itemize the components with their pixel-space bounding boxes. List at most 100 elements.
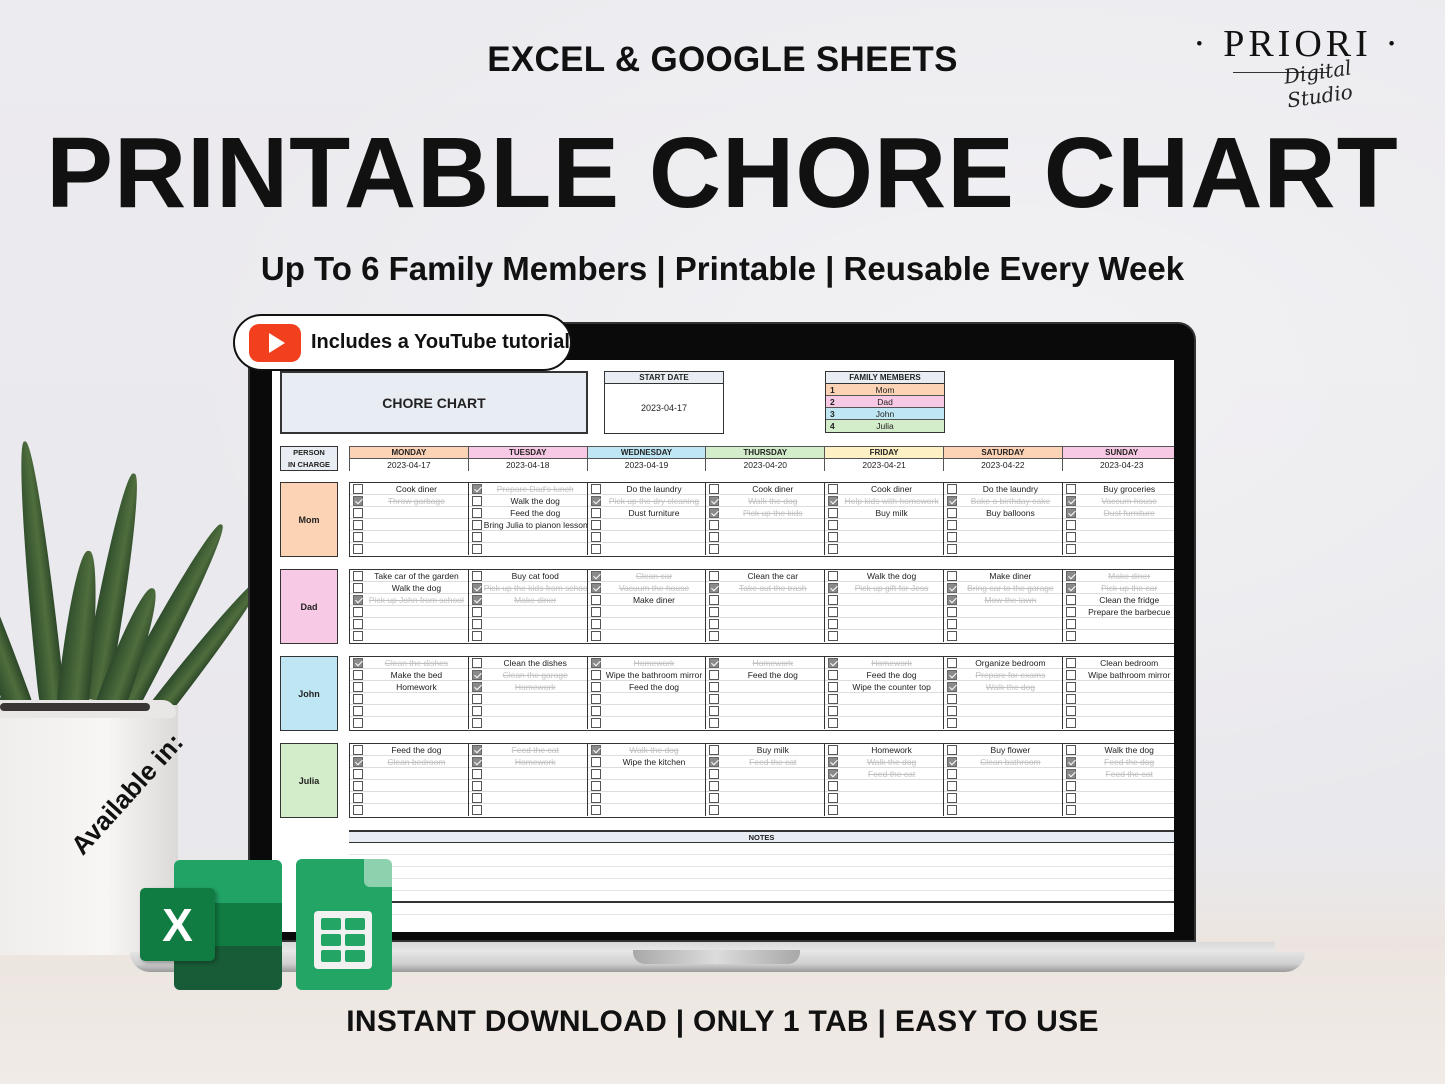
notes-line[interactable] [349, 855, 1174, 867]
chore-text[interactable]: Clean the garage [484, 669, 587, 681]
checkbox[interactable] [828, 619, 839, 629]
chore-text[interactable]: Walk the dog [959, 681, 1062, 693]
checkbox[interactable] [1065, 532, 1076, 542]
chore-text[interactable]: Prepare Dad's lunch [484, 483, 587, 495]
checkbox[interactable] [828, 745, 839, 755]
checkbox[interactable] [590, 619, 601, 629]
checkbox[interactable] [1065, 658, 1076, 668]
checkbox[interactable] [471, 658, 482, 668]
checkbox[interactable] [947, 757, 957, 767]
checkbox[interactable] [947, 571, 957, 581]
checkbox[interactable] [590, 805, 601, 815]
checkbox[interactable] [709, 496, 720, 506]
checkbox[interactable] [353, 520, 363, 530]
chore-text[interactable]: Mow the lawn [959, 594, 1062, 606]
checkbox[interactable] [828, 544, 839, 554]
checkbox[interactable] [1065, 781, 1076, 791]
checkbox[interactable] [1065, 571, 1076, 581]
checkbox[interactable] [1065, 793, 1076, 803]
chore-text[interactable]: Buy milk [721, 744, 824, 756]
checkbox[interactable] [947, 682, 957, 692]
chore-text[interactable]: Walk the dog [603, 744, 706, 756]
chore-text[interactable]: Buy cat food [484, 570, 587, 582]
checkbox[interactable] [353, 544, 363, 554]
checkbox[interactable] [590, 682, 601, 692]
family-member-name[interactable]: John [876, 409, 894, 419]
checkbox[interactable] [828, 757, 839, 767]
checkbox[interactable] [947, 793, 957, 803]
checkbox[interactable] [709, 619, 720, 629]
chore-text[interactable]: Clean bedroom [365, 756, 468, 768]
chore-text[interactable]: Clean the car [721, 570, 824, 582]
checkbox[interactable] [353, 805, 363, 815]
checkbox[interactable] [947, 484, 957, 494]
checkbox[interactable] [471, 496, 482, 506]
checkbox[interactable] [947, 658, 957, 668]
checkbox[interactable] [828, 694, 839, 704]
checkbox[interactable] [828, 658, 839, 668]
checkbox[interactable] [709, 694, 720, 704]
checkbox[interactable] [353, 583, 363, 593]
checkbox[interactable] [353, 670, 363, 680]
checkbox[interactable] [947, 694, 957, 704]
checkbox[interactable] [590, 718, 601, 728]
checkbox[interactable] [471, 793, 482, 803]
checkbox[interactable] [947, 631, 957, 641]
checkbox[interactable] [947, 496, 957, 506]
checkbox[interactable] [353, 595, 363, 605]
chore-text[interactable]: Clean bathroom [959, 756, 1062, 768]
chore-text[interactable]: Bring car to the garage [959, 582, 1062, 594]
notes-line[interactable] [349, 891, 1174, 903]
checkbox[interactable] [947, 583, 957, 593]
checkbox[interactable] [709, 793, 720, 803]
checkbox[interactable] [471, 670, 482, 680]
notes-line[interactable] [349, 903, 1174, 915]
chore-text[interactable]: Walk the dog [840, 570, 943, 582]
chore-text[interactable]: Do the laundry [959, 483, 1062, 495]
checkbox[interactable] [947, 532, 957, 542]
chore-text[interactable]: Walk the dog [484, 495, 587, 507]
checkbox[interactable] [947, 619, 957, 629]
checkbox[interactable] [709, 595, 720, 605]
chore-text[interactable]: Organize bedroom [959, 657, 1062, 669]
checkbox[interactable] [590, 745, 601, 755]
chore-text[interactable]: Pick up gift for Jess [840, 582, 943, 594]
checkbox[interactable] [353, 631, 363, 641]
chore-text[interactable]: Make diner [603, 594, 706, 606]
checkbox[interactable] [709, 484, 720, 494]
chore-text[interactable]: Walk the dog [840, 756, 943, 768]
chore-text[interactable]: Buy groceries [1078, 483, 1174, 495]
checkbox[interactable] [353, 658, 363, 668]
notes-line[interactable] [349, 843, 1174, 855]
checkbox[interactable] [590, 532, 601, 542]
checkbox[interactable] [947, 781, 957, 791]
checkbox[interactable] [828, 571, 839, 581]
checkbox[interactable] [709, 670, 720, 680]
chore-text[interactable]: Buy flower [959, 744, 1062, 756]
family-member-name[interactable]: Julia [876, 421, 893, 431]
checkbox[interactable] [471, 595, 482, 605]
chore-text[interactable]: Feed the dog [721, 669, 824, 681]
checkbox[interactable] [353, 706, 363, 716]
chore-text[interactable]: Make the bed [365, 669, 468, 681]
chore-text[interactable]: Homework [840, 657, 943, 669]
checkbox[interactable] [471, 781, 482, 791]
family-member-name[interactable]: Mom [876, 385, 895, 395]
checkbox[interactable] [947, 745, 957, 755]
checkbox[interactable] [828, 769, 839, 779]
chore-text[interactable]: Wipe bathroom mirror [1078, 669, 1174, 681]
checkbox[interactable] [353, 757, 363, 767]
chore-text[interactable]: Feed the dog [603, 681, 706, 693]
chore-text[interactable]: Dust furniture [603, 507, 706, 519]
checkbox[interactable] [709, 745, 720, 755]
checkbox[interactable] [709, 805, 720, 815]
checkbox[interactable] [709, 658, 720, 668]
chore-text[interactable]: Feed the dog [365, 744, 468, 756]
chore-text[interactable]: Feed the cat [840, 768, 943, 780]
checkbox[interactable] [353, 769, 363, 779]
chore-text[interactable]: Pick up John from school [365, 594, 468, 606]
checkbox[interactable] [1065, 520, 1076, 530]
checkbox[interactable] [471, 544, 482, 554]
checkbox[interactable] [1065, 631, 1076, 641]
checkbox[interactable] [709, 583, 720, 593]
